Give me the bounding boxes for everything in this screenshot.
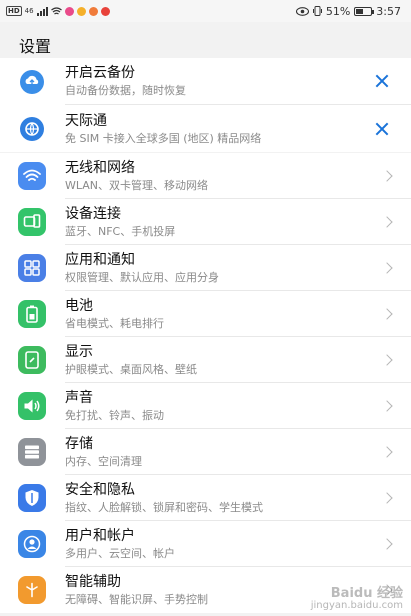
list-item-skytone[interactable]: 天际通 免 SIM 卡接入全球多国 (地区) 精品网络 [0,105,411,152]
list-item-storage[interactable]: 存储 内存、空间清理 [0,429,411,475]
list-item-sound[interactable]: 声音 免打扰、铃声、振动 [0,383,411,429]
item-title: 安全和隐私 [65,481,135,498]
notification-app-icon [100,6,110,16]
clock: 3:57 [376,4,401,18]
list-item-battery[interactable]: 电池 省电模式、耗电排行 [0,291,411,337]
settings-list: 无线和网络 WLAN、双卡管理、移动网络 设备连接 蓝牙、NFC、手机投屏 应用… [0,153,411,613]
watermark: Baidu 经验 jingyan.baidu.com [310,586,403,612]
item-title: 应用和通知 [65,251,135,268]
item-subtitle: 多用户、云空间、帐户 [65,546,175,560]
item-title: 电池 [65,297,93,314]
item-subtitle: 护眼模式、桌面风格、壁纸 [65,362,197,376]
storage-icon [18,438,46,466]
item-subtitle: 指纹、人脸解锁、锁屏和密码、学生模式 [65,500,263,514]
item-title: 无线和网络 [65,159,135,176]
item-title: 用户和帐户 [65,527,135,544]
item-subtitle: 免 SIM 卡接入全球多国 (地区) 精品网络 [65,131,262,145]
notification-app-icon [76,6,86,16]
status-bar: HD 46 51% 3:57 [0,0,411,22]
battery-percent: 51% [325,4,351,18]
vibrate-icon [312,6,322,16]
signal-icon [36,6,48,16]
item-subtitle: 免打扰、铃声、振动 [65,408,164,422]
wifi-icon [18,162,46,190]
wifi-status-icon [50,6,62,14]
item-subtitle: 自动备份数据，随时恢复 [65,84,186,97]
assistant-icon [18,576,46,604]
item-subtitle: 蓝牙、NFC、手机投屏 [65,224,176,238]
item-title: 存储 [65,435,93,452]
close-icon[interactable] [375,74,389,88]
list-item-wireless-network[interactable]: 无线和网络 WLAN、双卡管理、移动网络 [0,153,411,199]
watermark-url: jingyan.baidu.com [310,600,403,611]
notification-app-icon [64,6,74,16]
hd-badge: HD [6,6,22,16]
list-item-apps-notifications[interactable]: 应用和通知 权限管理、默认应用、应用分身 [0,245,411,291]
notification-app-icon [88,6,98,16]
display-icon [18,346,46,374]
apps-icon [18,254,46,282]
item-subtitle: 内存、空间清理 [65,454,142,468]
battery-level-fill [356,8,364,14]
user-icon [18,530,46,558]
item-subtitle: 省电模式、耗电排行 [65,316,164,330]
list-item-security-privacy[interactable]: 安全和隐私 指纹、人脸解锁、锁屏和密码、学生模式 [0,475,411,521]
watermark-brand: Baidu 经验 [330,586,403,601]
shield-icon [18,484,46,512]
item-title: 显示 [65,343,93,360]
item-title: 设备连接 [65,205,121,222]
battery-status-icon [354,6,375,16]
item-subtitle: WLAN、双卡管理、移动网络 [65,178,209,192]
device-connection-icon [18,208,46,236]
promo-list: 开启云备份 自动备份数据，随时恢复 天际通 免 SIM 卡接入全球多国 (地区)… [0,58,411,152]
list-item-display[interactable]: 显示 护眼模式、桌面风格、壁纸 [0,337,411,383]
battery-icon [18,300,46,328]
close-icon[interactable] [375,122,389,136]
sound-icon [18,392,46,420]
list-item-device-connection[interactable]: 设备连接 蓝牙、NFC、手机投屏 [0,199,411,245]
item-title: 声音 [65,389,93,406]
list-item-users-accounts[interactable]: 用户和帐户 多用户、云空间、帐户 [0,521,411,567]
network-type: 46 [24,7,34,15]
page-title: 设置 [19,37,52,56]
list-item-cloud-backup[interactable]: 开启云备份 自动备份数据，随时恢复 [0,58,411,105]
item-title: 天际通 [65,112,107,129]
item-title: 开启云备份 [65,65,135,81]
eye-comfort-icon [295,6,309,16]
item-subtitle: 权限管理、默认应用、应用分身 [65,270,219,284]
cloud-backup-icon [18,68,46,96]
skytone-icon [18,115,46,143]
